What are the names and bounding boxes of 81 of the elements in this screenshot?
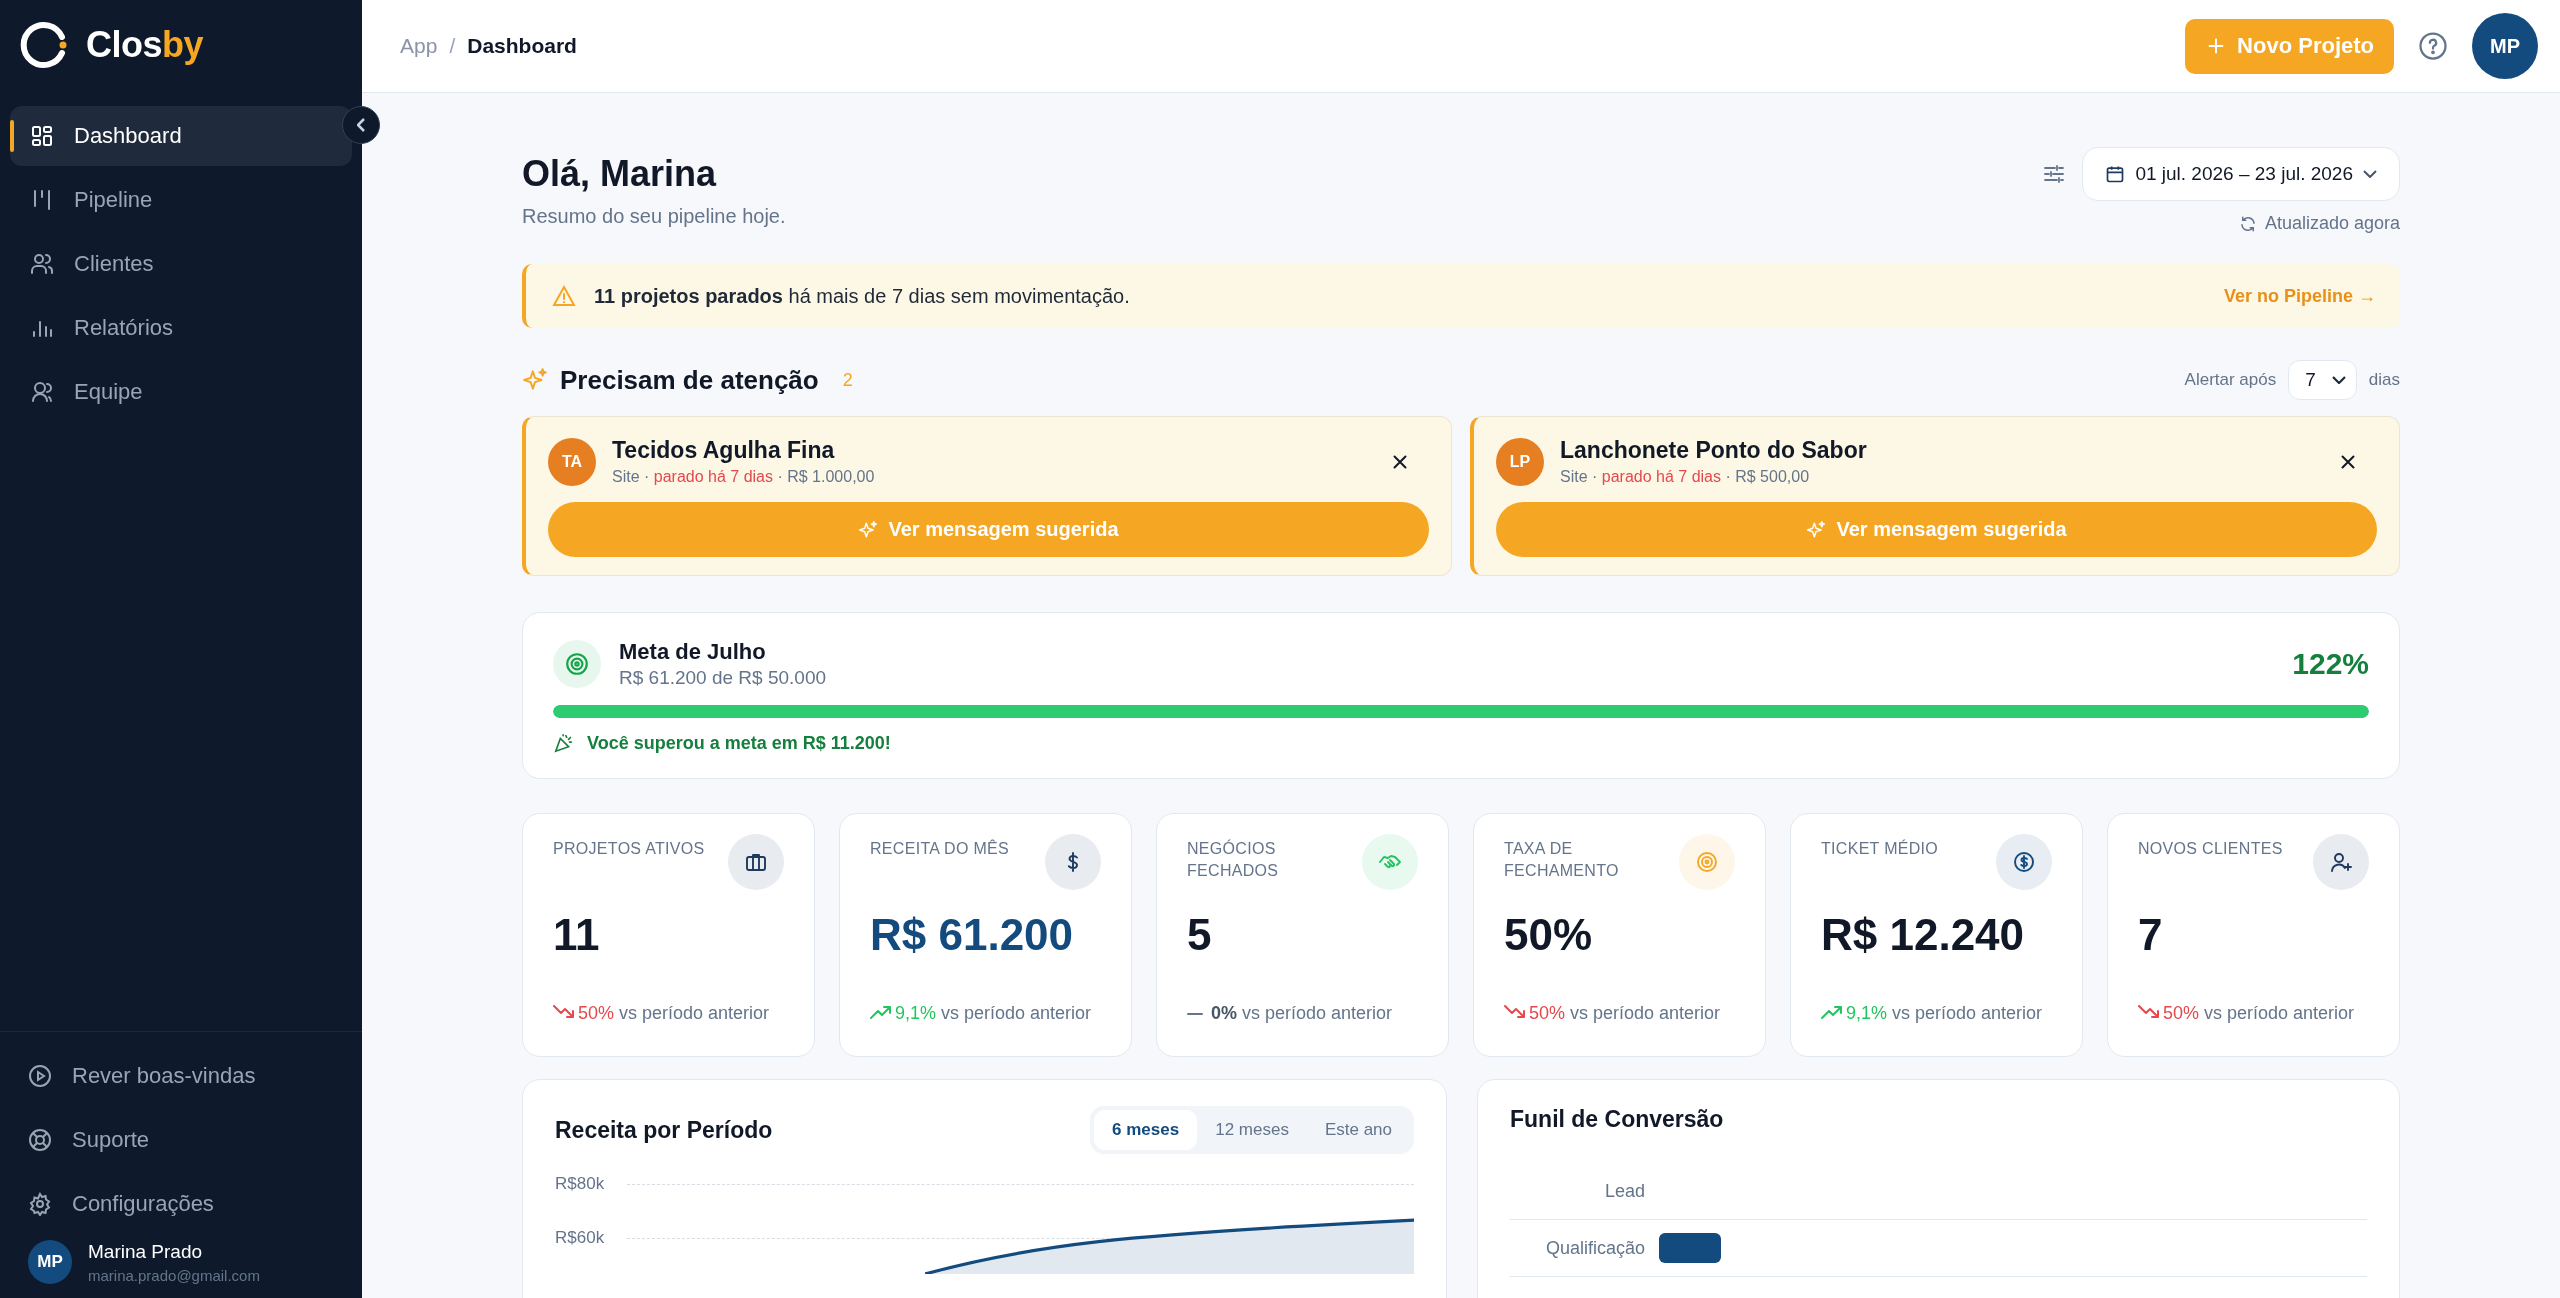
user-avatar[interactable]: MP [2472, 13, 2538, 79]
user-email: marina.prado@gmail.com [88, 1266, 260, 1284]
nav-item[interactable]: Suporte [10, 1110, 352, 1170]
target-icon [553, 640, 601, 688]
chevron-left-icon [357, 118, 365, 132]
kpi-change: 9,1% vs período anterior [1846, 1001, 2043, 1025]
users-icon [30, 252, 54, 276]
refresh-icon[interactable] [2238, 214, 2257, 233]
nav-item[interactable]: Pipeline [10, 170, 352, 230]
section-title: Precisam de atenção [560, 364, 819, 396]
nav-item[interactable]: Rever boas-vindas [10, 1046, 352, 1106]
nav-item[interactable]: Equipe [10, 362, 352, 422]
chart-title: Receita por Período [555, 1116, 773, 1144]
funnel-stage-label: Lead [1603, 1180, 1646, 1202]
date-range-picker[interactable]: 01 jul. 2026 – 23 jul. 2026 [2082, 147, 2400, 201]
kpi-value: 50% [1504, 910, 1594, 960]
goal-title: Meta de Julho [619, 639, 767, 665]
chevron-down-icon [2331, 376, 2346, 384]
days-select[interactable]: 7 [2288, 360, 2357, 400]
nav-item[interactable]: Relatórios [10, 298, 352, 358]
kpi-label: TAXA DE FECHAMENTO [1504, 839, 1620, 882]
kpi-value: R$ 61.200 [870, 910, 1075, 960]
kpi-change: 0% vs período anterior [1211, 1001, 1393, 1025]
sparkles-icon [1806, 519, 1827, 540]
nav-item[interactable]: Clientes [10, 234, 352, 294]
lifebuoy-icon [28, 1128, 52, 1152]
goal-progress-text: R$ 61.200 de R$ 50.000 [619, 667, 828, 689]
period-tab[interactable]: 6 meses [1094, 1110, 1198, 1150]
kpi-change: 50% vs período anterior [578, 1001, 770, 1025]
kpi-change: 50% vs período anterior [2163, 1001, 2355, 1025]
nav-item[interactable]: Configurações [10, 1174, 352, 1234]
user-avatar: MP [28, 1240, 72, 1284]
period-tab[interactable]: 12 meses [1197, 1110, 1307, 1150]
breadcrumb-link[interactable]: Dashboard [467, 34, 577, 58]
help-icon[interactable] [2418, 31, 2448, 61]
period-tab[interactable]: Este ano [1306, 1110, 1410, 1150]
team-icon [30, 380, 54, 404]
y-axis-label: R$80k [555, 1174, 606, 1194]
party-popper-icon [553, 732, 575, 754]
client-avatar: TA [548, 437, 596, 486]
user-name: Marina Prado [88, 1240, 204, 1263]
y-axis-label: R$60k [555, 1228, 606, 1248]
grid-icon [30, 124, 54, 148]
project-details: Site · parado há 7 dias · R$ 1.000,00 [612, 468, 876, 486]
calendar-icon [2105, 164, 2126, 184]
client-name: Tecidos Agulha Fina [612, 437, 836, 464]
goal-achieved-message: Você superou a meta em R$ 11.200! [587, 732, 891, 754]
kpi-change: 50% vs período anterior [1529, 1001, 1721, 1025]
attention-count: 2 [842, 369, 853, 391]
kpi-label: RECEITA DO MÊS [870, 838, 1010, 859]
sparkles-icon [858, 519, 879, 540]
chevron-down-icon [2363, 170, 2377, 178]
play-icon [28, 1064, 52, 1088]
kpi-label: NOVOS CLIENTES [2138, 839, 2283, 859]
kpi-label: PROJETOS ATIVOS [553, 839, 705, 859]
kpi-value: 11 [553, 910, 601, 960]
breadcrumb-separator: / [449, 34, 456, 58]
chart-title: Funil de Conversão [1510, 1106, 1724, 1133]
alert-message: 11 projetos parados há mais de 7 dias sem movimentação. [594, 284, 1131, 308]
settings-icon [28, 1192, 52, 1216]
sparkles-icon [522, 367, 548, 393]
client-avatar: LP [1496, 437, 1544, 486]
client-name: Lanchonete Ponto do Sabor [1560, 437, 1868, 464]
threshold-label: Alertar após [2184, 370, 2277, 390]
kpi-value: 7 [2138, 910, 2164, 960]
kpi-label: NEGÓCIOS FECHADOS [1187, 838, 1280, 882]
nav-item[interactable]: Dashboard [10, 106, 352, 166]
page-title: Olá, Marina [522, 153, 718, 195]
goal-percent: 122% [2292, 647, 2369, 681]
kpi-value: 5 [1187, 910, 1213, 960]
project-details: Site · parado há 7 dias · R$ 500,00 [1560, 468, 1811, 486]
kpi-label: TICKET MÉDIO [1821, 838, 1939, 859]
logo-wordmark: Closby [86, 24, 204, 66]
kpi-change: 9,1% vs período anterior [895, 1001, 1092, 1025]
sliders-icon[interactable] [2042, 162, 2067, 186]
funnel-stage-label: Qualificação [1544, 1237, 1646, 1259]
page-subtitle: Resumo do seu pipeline hoje. [522, 205, 786, 228]
warning-icon [552, 284, 576, 308]
threshold-unit: dias [2368, 370, 2400, 390]
kpi-value: R$ 12.240 [1821, 910, 2026, 960]
updated-status: Atualizado agora [2264, 213, 2400, 234]
